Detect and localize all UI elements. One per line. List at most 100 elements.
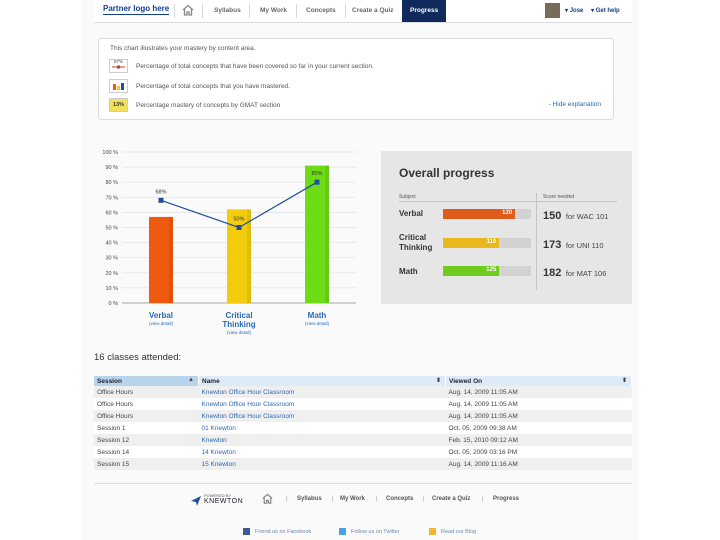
class-name-link[interactable]: Knewton [198,434,446,446]
table-row: Office Hours Knewton Office Hour Classroo… [94,386,632,398]
score-target: for UNI 110 [565,241,604,250]
coverage-label: 50% [233,217,244,223]
table-row: Session 15 15 Knewton Aug. 14, 2009 11:16 … [94,458,632,470]
view-detail-link: (view detail) [227,330,252,335]
explanation-intro: This chart illustrates your mastery by c… [110,45,256,52]
footer-syllabus[interactable]: Syllabus [297,496,322,502]
y-tick-label: 90 % [105,165,118,171]
session-cell: Office Hours [94,398,199,410]
footer-separator: | [332,496,334,502]
nav-create-quiz[interactable]: Create a Quiz [352,7,394,14]
help-menu[interactable]: ▾ Get help [591,7,620,14]
view-detail-link: (view detail) [305,321,330,326]
coverage-point [158,197,164,203]
legend-text: Percentage mastery of concepts by GMAT s… [136,101,281,109]
viewed-on-cell: Aug. 14, 2009 11:05 AM [445,398,632,410]
session-cell: Session 1 [94,422,199,434]
bar-shade [169,216,173,303]
y-tick-label: 0 % [109,301,119,307]
twitter-label: Follow us on Twitter [351,528,400,535]
progress-fill: 110 [443,238,500,248]
user-name: Jose [569,8,584,14]
twitter-link[interactable]: Follow us on Twitter [339,528,400,535]
classes-attended-title: 16 classes attended: [94,352,182,363]
progress-bar: 110 [443,238,531,248]
mastery-bars-shape [113,83,124,90]
viewed-on-cell: Feb. 15, 2010 09:12 AM [445,434,632,446]
footer-home-icon[interactable] [261,492,274,505]
facebook-link[interactable]: Friend us on Facebook [243,528,311,535]
score-number: 150 [543,210,562,222]
x-category-label: Critical [225,311,252,320]
viewed-on-cell: Aug. 14, 2009 11:16 AM [445,458,632,470]
nav-progress[interactable]: Progress [402,0,447,22]
viewed-on-cell: Oct. 05, 2009 03:16 PM [445,446,632,458]
x-category-label: Verbal [149,311,173,320]
facebook-label: Friend us on Facebook [255,528,312,535]
legend-badge: 13% [112,102,124,108]
viewed-on-cell: Oct. 05, 2009 09:38 AM [445,422,632,434]
progress-value: 120 [502,210,513,216]
nav-concepts[interactable]: Concepts [306,7,336,14]
y-tick-label: 80 % [105,180,118,186]
y-tick-label: 100 % [102,150,118,156]
blog-label: Read our Blog [441,528,477,535]
column-header-session[interactable]: Session ▲ [94,376,199,386]
top-nav: Partner logo here Syllabus My Work Conce… [94,0,632,23]
bar-shade [247,209,251,303]
help-label: Get help [595,8,620,14]
mastery-chart: 0 % 10 % 20 % 30 % 40 % 50 % 60 % 70 % 80 % 90 % 1… [102,150,356,335]
classes-table: Session ▲ Name ⬍ Viewed On ⬍ Office Hours Kn… [94,376,632,470]
table-row: Session 14 14 Knewton Oct. 05, 2009 03:16 … [94,446,632,458]
header-divider [399,201,617,202]
score-header: Score needed [543,194,575,200]
class-name-link[interactable]: 15 Knewton [198,458,446,470]
user-menu[interactable]: ▾ Jose [565,7,583,14]
nav-my-work[interactable]: My Work [260,7,287,14]
column-header-viewed-on[interactable]: Viewed On ⬍ [445,376,632,386]
blog-link[interactable]: Read our Blog [429,528,476,535]
progress-bar: 125 [443,266,531,276]
footer-separator: | [286,496,288,502]
avatar[interactable] [545,3,560,18]
footer-progress[interactable]: Progress [493,496,519,502]
footer-create-quiz[interactable]: Create a Quiz [432,496,470,502]
legend-text: Percentage of total concepts that you ha… [136,82,290,90]
home-icon[interactable] [181,3,195,17]
knewton-mark-icon [191,496,201,506]
session-cell: Session 12 [94,434,199,446]
facebook-icon [243,528,250,535]
footer-separator: | [423,496,425,502]
score-target: for WAC 101 [565,212,609,221]
nav-divider [202,4,203,18]
hide-explanation-link[interactable]: - Hide explanation [549,101,601,108]
class-name-link[interactable]: Knewton Office Hour Classroom [198,398,446,410]
y-tick-label: 70 % [105,195,118,201]
class-name-link[interactable]: 14 Knewton [198,446,446,458]
partner-logo[interactable]: Partner logo here [103,4,170,15]
header-label: Session [97,377,122,385]
view-detail-link: (view detail) [149,321,174,326]
class-name-link[interactable]: Knewton Office Hour Classroom [198,386,446,398]
column-divider [536,193,537,290]
score-number: 182 [543,267,562,279]
session-cell: Session 15 [94,458,199,470]
y-tick-label: 20 % [105,271,118,277]
legend-item: 67% Percentage of total concepts that ha… [109,59,374,73]
mastery-bars-icon [109,79,128,93]
progress-fill: 125 [443,266,500,276]
class-name-link[interactable]: Knewton Office Hour Classroom [198,410,446,422]
class-name-link[interactable]: 01 Knewton [198,422,446,434]
y-tick-label: 10 % [105,286,118,292]
coverage-point [236,225,242,230]
column-header-name[interactable]: Name ⬍ [198,376,446,386]
footer-my-work[interactable]: My Work [340,496,365,502]
progress-value: 125 [486,267,497,273]
table-row: Session 12 Knewton Feb. 15, 2010 09:12 AM [94,434,632,446]
subject-critical-thinking: Critical Thinking [399,233,433,252]
nav-syllabus[interactable]: Syllabus [214,7,241,14]
footer-separator: | [482,496,484,502]
y-tick-label: 40 % [105,241,118,247]
footer-concepts[interactable]: Concepts [386,496,413,502]
session-cell: Office Hours [94,386,199,398]
